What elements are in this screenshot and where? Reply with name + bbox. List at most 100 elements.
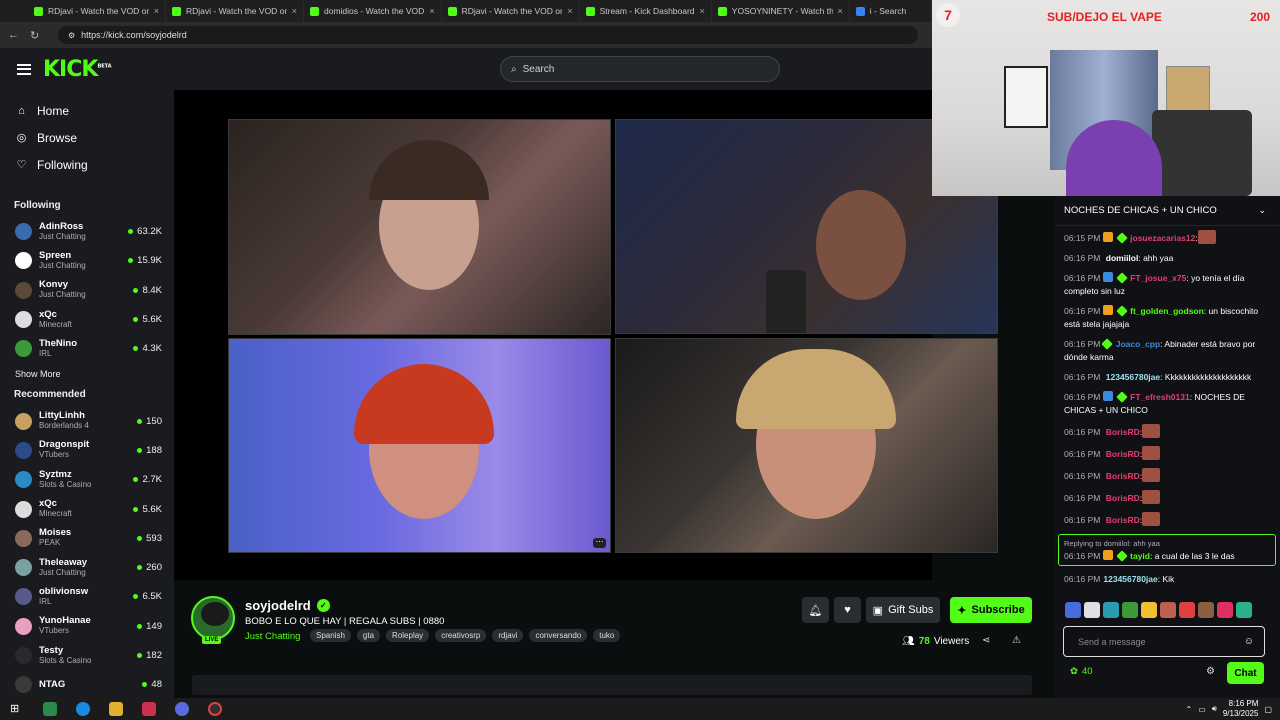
site-info-icon[interactable]: ⚙ — [68, 31, 75, 40]
sidebar-channel[interactable]: Konvy Just Chatting 8.4K — [0, 276, 174, 305]
emote-icon[interactable] — [1198, 602, 1214, 618]
close-icon[interactable]: × — [700, 6, 705, 16]
follow-button[interactable]: ♥ — [834, 597, 861, 623]
app-icon[interactable] — [142, 702, 156, 716]
nav-home[interactable]: ⌂ Home — [0, 97, 174, 124]
emote-icon[interactable] — [1065, 602, 1081, 618]
notify-button[interactable]: 🔔︎ — [802, 597, 829, 623]
sidebar-channel[interactable]: AdinRoss Just Chatting 63.2K — [0, 217, 174, 246]
emote-icon[interactable] — [1084, 602, 1100, 618]
more-options-icon[interactable]: ⋯ — [593, 538, 606, 548]
sidebar-channel[interactable]: NTAG 48 — [0, 670, 174, 698]
chat-username[interactable]: BorisRD — [1106, 449, 1140, 459]
sidebar-channel[interactable]: TheNino IRL 4.3K — [0, 334, 174, 363]
sidebar-channel[interactable]: Spreen Just Chatting 15.9K — [0, 246, 174, 275]
pinned-message[interactable]: NOCHES DE CHICAS + UN CHICO ⌄ — [1055, 196, 1280, 226]
close-icon[interactable]: × — [567, 6, 572, 16]
sidebar-channel[interactable]: Syztmz Slots & Casino 2.7K — [0, 465, 174, 494]
chat-username[interactable]: josuezacarias12 — [1130, 233, 1195, 243]
windows-start-icon[interactable]: ⊞ — [10, 702, 24, 716]
sidebar-channel[interactable]: xQc Minecraft 5.6K — [0, 494, 174, 523]
browser-tab[interactable]: RDjavi - Watch the VOD on × — [442, 0, 580, 22]
app-icon[interactable] — [43, 702, 57, 716]
obs-icon[interactable] — [208, 702, 222, 716]
sidebar-channel[interactable]: Theleaway Just Chatting 260 — [0, 553, 174, 582]
emote-icon[interactable] — [1160, 602, 1176, 618]
subscribe-button[interactable]: ✦ Subscribe — [950, 597, 1032, 623]
emote-icon[interactable] — [1179, 602, 1195, 618]
tag[interactable]: Roleplay — [386, 629, 430, 642]
video-player[interactable]: ⋯ — [174, 90, 998, 580]
kick-logo[interactable]: KICKBETA — [43, 57, 112, 82]
clock[interactable]: 8:16 PM 9/13/2025 — [1223, 699, 1259, 719]
streamer-avatar[interactable] — [191, 596, 235, 640]
sidebar-channel[interactable]: Dragonspit VTubers 188 — [0, 436, 174, 465]
sidebar-channel[interactable]: Testy Slots & Casino 182 — [0, 641, 174, 670]
browser-tab[interactable]: Stream - Kick Dashboard × — [580, 0, 712, 22]
emote-icon[interactable] — [1103, 602, 1119, 618]
browser-tab[interactable]: i - Search — [850, 0, 932, 22]
tag[interactable]: gta — [356, 629, 381, 642]
notifications-icon[interactable]: ▢ — [1264, 705, 1272, 714]
chat-username[interactable]: Joaco_cpp — [1116, 339, 1160, 349]
nav-following[interactable]: ♡ Following — [0, 151, 174, 178]
tag[interactable]: Spanish — [310, 629, 351, 642]
url-field[interactable]: ⚙ https://kick.com/soyjodelrd — [58, 26, 918, 44]
report-icon[interactable]: ⚠ — [1012, 635, 1021, 646]
stream-category[interactable]: Just Chatting — [245, 631, 300, 642]
emote-icon[interactable] — [1217, 602, 1233, 618]
sidebar-channel[interactable]: LittyLinhh Borderlands 4 150 — [0, 406, 174, 435]
close-icon[interactable]: × — [292, 6, 297, 16]
chat-username[interactable]: BorisRD — [1106, 471, 1140, 481]
search-input[interactable]: ⌕ Search — [500, 56, 780, 82]
gift-subs-button[interactable]: ▣ Gift Subs — [866, 597, 940, 623]
discord-icon[interactable] — [175, 702, 189, 716]
chat-username[interactable]: BorisRD — [1106, 515, 1140, 525]
emote-icon[interactable] — [1141, 602, 1157, 618]
channel-points[interactable]: ✿ 40 — [1070, 666, 1093, 677]
chevron-down-icon[interactable]: ⌄ — [1258, 205, 1266, 216]
volume-icon[interactable]: 🔊︎ — [1212, 704, 1217, 714]
emoji-icon[interactable]: ☺ — [1244, 636, 1254, 647]
chat-username[interactable]: FT_josue_x75 — [1130, 273, 1186, 283]
chat-username[interactable]: 123456780jae — [1106, 372, 1160, 382]
network-icon[interactable]: ▭ — [1198, 705, 1206, 714]
video-tile-1 — [228, 119, 611, 335]
chevron-up-icon[interactable]: ⌃ — [1186, 705, 1193, 714]
chat-username[interactable]: ft_golden_godson — [1130, 306, 1204, 316]
streamer-name[interactable]: soyjodelrd ✓ — [245, 598, 330, 613]
nav-browse[interactable]: ◎ Browse — [0, 124, 174, 151]
sidebar-channel[interactable]: Moises PEAK 593 — [0, 524, 174, 553]
tag[interactable]: conversando — [529, 629, 588, 642]
emote-icon[interactable] — [1122, 602, 1138, 618]
sidebar-channel[interactable]: xQc Minecraft 5.6K — [0, 305, 174, 334]
browser-tab[interactable]: RDjavi - Watch the VOD on × — [166, 0, 304, 22]
chat-input[interactable]: Send a message ☺ — [1063, 626, 1265, 657]
chat-username[interactable]: domiilol — [1106, 253, 1139, 263]
gear-icon[interactable]: ⚙ — [1206, 666, 1215, 677]
close-icon[interactable]: × — [154, 6, 159, 16]
tag[interactable]: rdjavi — [492, 629, 524, 642]
close-icon[interactable]: × — [429, 6, 434, 16]
sidebar-channel[interactable]: YunoHanae VTubers 149 — [0, 612, 174, 641]
chat-username[interactable]: BorisRD — [1106, 427, 1140, 437]
close-icon[interactable]: × — [838, 6, 843, 16]
browser-tab[interactable]: RDjavi - Watch the VOD on × — [28, 0, 166, 22]
browser-tab[interactable]: YOSOYNINETY - Watch the × — [712, 0, 850, 22]
browser-tab[interactable]: domidios - Watch the VOD × — [304, 0, 442, 22]
back-icon[interactable]: ← — [8, 29, 22, 41]
share-icon[interactable]: ⋖ — [982, 635, 990, 646]
emote-icon[interactable] — [1236, 602, 1252, 618]
menu-icon[interactable] — [17, 63, 31, 75]
reload-icon[interactable]: ↻ — [30, 29, 44, 42]
sidebar-channel[interactable]: oblivionsw IRL 6.5K — [0, 582, 174, 611]
tag[interactable]: tuko — [593, 629, 621, 642]
chat-username[interactable]: FT_efresh0131 — [1130, 392, 1190, 402]
tag[interactable]: creativosrp — [435, 629, 487, 642]
chat-username[interactable]: BorisRD — [1106, 493, 1140, 503]
chat-send-button[interactable]: Chat — [1227, 662, 1264, 684]
folder-icon[interactable] — [109, 702, 123, 716]
show-more-link[interactable]: Show More — [0, 363, 174, 385]
crown-badge-icon — [1103, 305, 1114, 315]
edge-icon[interactable] — [76, 702, 90, 716]
